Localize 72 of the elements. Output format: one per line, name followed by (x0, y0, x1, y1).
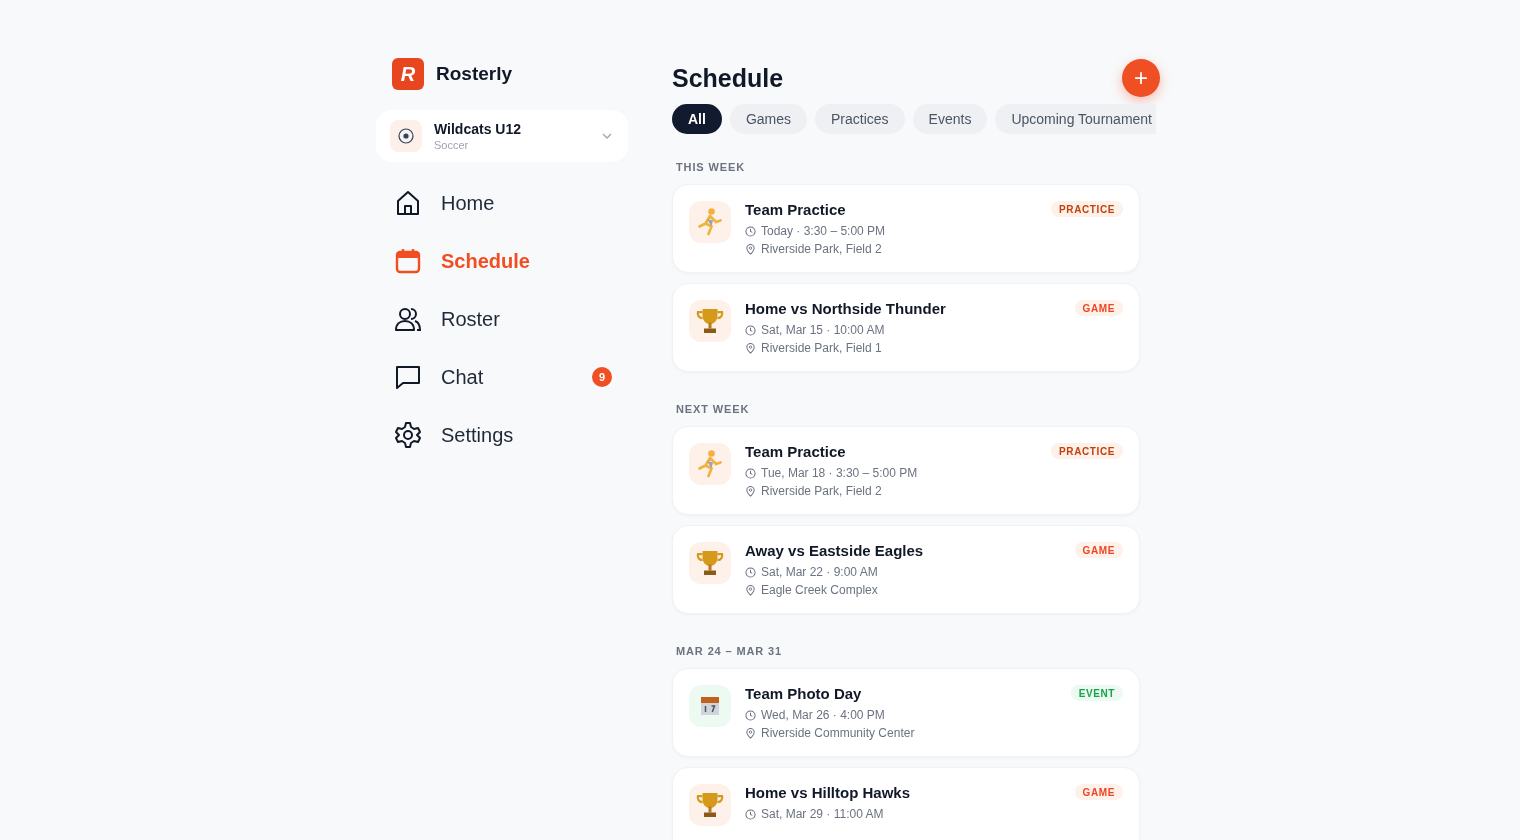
event-time: Tue, Mar 18 · 3:30 – 5:00 PM (761, 466, 918, 480)
clock-icon (745, 709, 756, 721)
event-location: Riverside Park, Field 2 (761, 484, 882, 498)
event-title: Team Practice (745, 201, 846, 219)
event-location: Riverside Park, Field 2 (761, 242, 882, 256)
location-pin-icon (745, 243, 756, 255)
event-type-tag: GAME (1074, 542, 1123, 558)
filter-chip[interactable]: Games (729, 104, 807, 134)
team-sport: Soccer (434, 138, 470, 152)
calendar-icon (689, 685, 731, 727)
event-title: Away vs Eastside Eagles (745, 542, 924, 560)
team-selector[interactable]: Wildcats U12 Soccer (376, 110, 628, 162)
event-title: Home vs Northside Thunder (745, 300, 946, 318)
location-pin-icon (745, 485, 756, 497)
settings-icon (394, 421, 422, 449)
people-icon (394, 305, 422, 333)
section-heading: MAR 24 – MAR 31 (675, 644, 783, 658)
brand-name: Rosterly (436, 61, 513, 86)
event-time: Wed, Mar 26 · 4:00 PM (761, 708, 885, 722)
filter-chip[interactable]: All (672, 104, 722, 134)
event-card[interactable]: Team Practice Today · 3:30 – 5:00 PM Riverside Park, Field 2 PRACTICE (672, 184, 1140, 273)
trophy-icon (689, 784, 731, 826)
location-pin-icon (745, 342, 756, 354)
event-title: Team Practice (745, 443, 846, 461)
clock-icon (745, 467, 756, 479)
filter-chip[interactable]: Practices (815, 104, 905, 134)
event-time: Sat, Mar 15 · 10:00 AM (761, 323, 885, 337)
calendar-icon (394, 247, 422, 275)
event-type-tag: EVENT (1070, 685, 1123, 701)
event-title: Team Photo Day (745, 685, 862, 703)
chevron-down-icon (602, 131, 612, 141)
event-type-tag: PRACTICE (1051, 201, 1123, 217)
page-title: Schedule (672, 63, 784, 95)
filter-chip[interactable]: Events (912, 104, 988, 134)
chat-bubble-icon (394, 363, 422, 391)
event-location: Riverside Park, Field 1 (761, 341, 882, 355)
event-time: Today · 3:30 – 5:00 PM (761, 224, 886, 238)
event-type-tag: GAME (1074, 300, 1123, 316)
event-type-tag: GAME (1074, 784, 1123, 800)
filter-chip[interactable]: Upcoming Tournament (995, 104, 1156, 134)
unread-count-badge: 9 (592, 367, 612, 387)
section-heading: NEXT WEEK (675, 402, 750, 416)
nav-item[interactable]: Home (376, 174, 628, 232)
nav-item[interactable]: Settings (376, 406, 628, 464)
clock-icon (745, 225, 756, 237)
clock-icon (745, 324, 756, 336)
add-button[interactable]: + (1122, 59, 1160, 97)
event-location: Eagle Creek Complex (761, 583, 878, 597)
location-pin-icon (745, 584, 756, 596)
home-icon (394, 189, 422, 217)
event-type-tag: PRACTICE (1051, 443, 1123, 459)
runner-icon (689, 201, 731, 243)
event-location: Riverside Community Center (761, 726, 915, 740)
event-card[interactable]: Team Practice Tue, Mar 18 · 3:30 – 5:00 PM Riverside Park, Field 2 PRACTICE (672, 426, 1140, 515)
event-card[interactable]: Home vs Hilltop Hawks Sat, Mar 29 · 11:00 AM GAME (672, 767, 1140, 840)
nav-item[interactable]: Roster (376, 290, 628, 348)
trophy-icon (689, 300, 731, 342)
team-name: Wildcats U12 (434, 120, 522, 138)
event-title: Home vs Hilltop Hawks (745, 784, 911, 802)
location-pin-icon (745, 727, 756, 739)
event-time: Sat, Mar 29 · 11:00 AM (761, 807, 884, 821)
section-heading: THIS WEEK (675, 160, 746, 174)
event-card[interactable]: Team Photo Day Wed, Mar 26 · 4:00 PM Riverside Community Center EVENT (672, 668, 1140, 757)
event-time: Sat, Mar 22 · 9:00 AM (761, 565, 878, 579)
clock-icon (745, 566, 756, 578)
runner-icon (689, 443, 731, 485)
trophy-icon (689, 542, 731, 584)
event-card[interactable]: Away vs Eastside Eagles Sat, Mar 22 · 9:00 AM Eagle Creek Complex GAME (672, 525, 1140, 614)
nav-item[interactable]: Chat 9 (376, 348, 628, 406)
clock-icon (745, 808, 756, 820)
event-card[interactable]: Home vs Northside Thunder Sat, Mar 15 · 10:00 AM Riverside Park, Field 1 GAME (672, 283, 1140, 372)
logo: R (392, 58, 424, 90)
